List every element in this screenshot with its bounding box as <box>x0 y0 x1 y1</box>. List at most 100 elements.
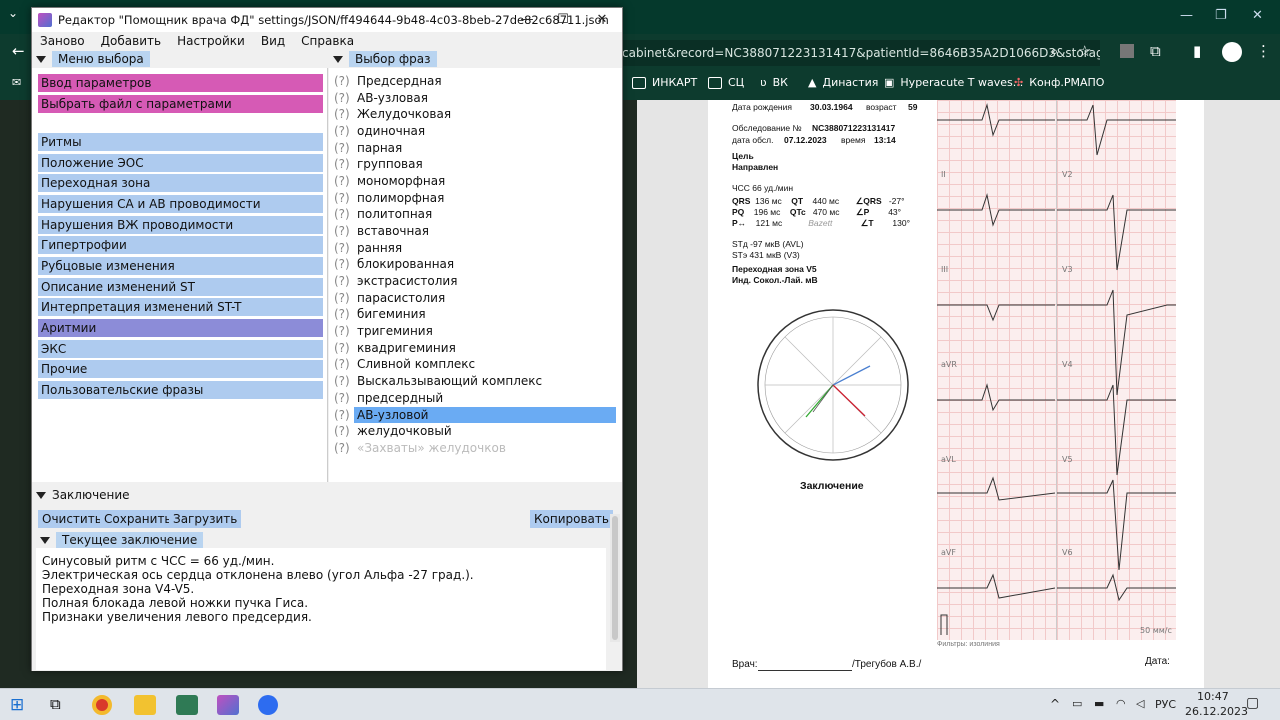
minimize-icon[interactable]: — <box>512 10 542 30</box>
tab-list-icon[interactable]: ⌄ <box>8 6 18 20</box>
phrase-item[interactable]: (?) бигеминия <box>334 306 427 322</box>
scrollbar-thumb[interactable] <box>612 516 618 640</box>
menu-item-st-description[interactable]: Описание изменений ST <box>38 278 323 296</box>
menu-item-sa-av-conduction[interactable]: Нарушения СА и АВ проводимости <box>38 195 323 213</box>
menu-settings[interactable]: Настройки <box>169 32 253 51</box>
back-icon[interactable]: ← <box>12 42 25 60</box>
phrase-item[interactable]: (?) парасистолия <box>334 290 446 306</box>
close-icon[interactable]: ✕ <box>587 10 617 30</box>
chrome-icon[interactable] <box>92 695 112 715</box>
clock-date[interactable]: 26.12.2023 <box>1185 705 1248 718</box>
menu-help[interactable]: Справка <box>293 32 362 51</box>
menu-item-input-params[interactable]: Ввод параметров <box>38 74 323 92</box>
maximize-icon[interactable]: ❐ <box>1215 8 1227 23</box>
menu-item-scar[interactable]: Рубцовые изменения <box>38 257 323 275</box>
explorer-icon[interactable] <box>134 695 156 715</box>
phrase-item[interactable]: (?) одиночная <box>334 123 426 139</box>
conclusion-textarea[interactable]: Синусовый ритм с ЧСС = 66 уд./мин. Элект… <box>36 548 606 670</box>
right-pane-header[interactable]: Выбор фраз <box>329 50 437 68</box>
phrase-item[interactable]: (?) желудочковый <box>334 423 453 439</box>
bookmark-item[interactable]: ʋ ВК <box>760 76 788 89</box>
menu-bar: Заново Добавить Настройки Вид Справка <box>32 32 622 51</box>
phrase-item[interactable]: (?) блокированная <box>334 256 455 272</box>
phrase-item[interactable]: (?) ранняя <box>334 240 403 256</box>
tray-chevron-icon[interactable]: ^ <box>1050 697 1060 711</box>
editor-taskbar-icon[interactable] <box>217 695 239 715</box>
battery-icon[interactable]: ▬ <box>1094 697 1104 710</box>
phrase-item[interactable]: (?) мономорфная <box>334 173 446 189</box>
phrase-item[interactable]: (?) Выскальзывающий комплекс <box>334 373 543 389</box>
phrase-item[interactable]: (?) групповая <box>334 156 424 172</box>
app-icon[interactable] <box>176 695 198 715</box>
menu-item-hypertrophy[interactable]: Гипертрофии <box>38 236 323 254</box>
phrase-item[interactable]: (?) Желудочковая <box>334 106 452 122</box>
phrase-item[interactable]: (?) политопная <box>334 206 433 222</box>
menu-item-pacemaker[interactable]: ЭКС <box>38 340 323 358</box>
language-indicator[interactable]: РУС <box>1155 698 1176 711</box>
more-icon[interactable]: ⋮ <box>1256 42 1271 60</box>
menu-item-eos[interactable]: Положение ЭОС <box>38 154 323 172</box>
search-icon[interactable]: ⌕ <box>1050 42 1058 60</box>
phrase-item-selected[interactable]: (?) АВ-узловой <box>334 407 616 423</box>
menu-item-user-phrases[interactable]: Пользовательские фразы <box>38 381 323 399</box>
bookmark-item[interactable]: СЦ <box>708 76 744 89</box>
menu-item-other[interactable]: Прочие <box>38 360 323 378</box>
bookmark-item[interactable]: ИНКАРТ <box>632 76 697 89</box>
puzzle-icon[interactable]: ⧉ <box>1150 42 1161 60</box>
extension-icon[interactable] <box>1120 44 1134 58</box>
phrase-item[interactable]: (?) Предсердная <box>334 73 443 89</box>
windows-start-icon[interactable]: ⊞ <box>10 695 32 715</box>
clear-button[interactable]: Очистить <box>38 510 106 528</box>
collapse-triangle-icon[interactable] <box>36 55 46 63</box>
menu-item-rhythms[interactable]: Ритмы <box>38 133 323 151</box>
sidepanel-icon[interactable]: ▮ <box>1193 42 1201 60</box>
menu-item-st-t-interpretation[interactable]: Интерпретация изменений ST-T <box>38 298 323 316</box>
bookmark-item[interactable]: ▲ Династия <box>808 76 878 89</box>
task-view-icon[interactable]: ⧉ <box>50 695 72 715</box>
bookmark-item[interactable]: ✣ Конф.РМАПО <box>1014 76 1104 89</box>
page-icon: ▣ <box>884 76 895 89</box>
conclusion-header[interactable]: Заключение <box>32 486 130 504</box>
phrase-item[interactable]: (?) экстрасистолия <box>334 273 458 289</box>
bookmark-star-icon[interactable]: ☆ <box>1078 42 1091 60</box>
close-icon[interactable]: ✕ <box>1252 8 1263 23</box>
phrase-item[interactable]: (?) предсердный <box>334 390 444 406</box>
phrase-item[interactable]: (?) полиморфная <box>334 190 445 206</box>
menu-add[interactable]: Добавить <box>93 32 169 51</box>
volume-icon[interactable]: ◁ <box>1136 697 1144 710</box>
menu-item-select-file[interactable]: Выбрать файл с параметрами <box>38 95 323 113</box>
phrase-item[interactable]: (?) вставочная <box>334 223 430 239</box>
doctor-label: Врач: <box>732 659 758 670</box>
maximize-icon[interactable]: ☐ <box>548 10 578 30</box>
collapse-triangle-icon[interactable] <box>40 536 50 544</box>
phrase-item[interactable]: (?) тригеминия <box>334 323 434 339</box>
tray-network-icon[interactable]: ▭ <box>1072 697 1082 710</box>
zoom-icon[interactable] <box>258 695 278 715</box>
avatar[interactable] <box>1222 42 1242 62</box>
bookmark-item[interactable]: ▣ Hyperacute T waves... <box>884 76 1023 89</box>
wifi-icon[interactable]: ◠ <box>1116 697 1126 710</box>
collapse-triangle-icon[interactable] <box>36 491 46 499</box>
phrase-item[interactable]: (?) квадригеминия <box>334 340 457 356</box>
current-conclusion-header[interactable]: Текущее заключение <box>36 531 204 549</box>
save-button[interactable]: Сохранить <box>100 510 176 528</box>
phrase-item[interactable]: (?) парная <box>334 140 403 156</box>
menu-restart[interactable]: Заново <box>32 32 93 51</box>
menu-view[interactable]: Вид <box>253 32 293 51</box>
phrase-item[interactable]: (?) АВ-узловая <box>334 90 429 106</box>
scrollbar[interactable] <box>610 514 620 642</box>
clock-time[interactable]: 10:47 <box>1197 690 1229 703</box>
address-bar[interactable]: cabinet&record=NC388071223131417&patient… <box>620 40 1100 66</box>
mail-icon[interactable]: ✉ <box>12 76 21 89</box>
menu-item-arrhythmias[interactable]: Аритмии <box>38 319 323 337</box>
copy-button[interactable]: Копировать <box>530 510 613 528</box>
notifications-icon[interactable]: ▢ <box>1246 695 1259 711</box>
menu-item-iv-conduction[interactable]: Нарушения ВЖ проводимости <box>38 216 323 234</box>
menu-item-transition-zone[interactable]: Переходная зона <box>38 174 323 192</box>
phrase-item[interactable]: (?) Сливной комплекс <box>334 356 476 372</box>
collapse-triangle-icon[interactable] <box>333 55 343 63</box>
phrase-item[interactable]: (?) «Захваты» желудочков <box>334 440 507 456</box>
load-button[interactable]: Загрузить <box>169 510 242 528</box>
left-pane-header[interactable]: Меню выбора <box>32 50 150 68</box>
minimize-icon[interactable]: — <box>1180 8 1193 23</box>
